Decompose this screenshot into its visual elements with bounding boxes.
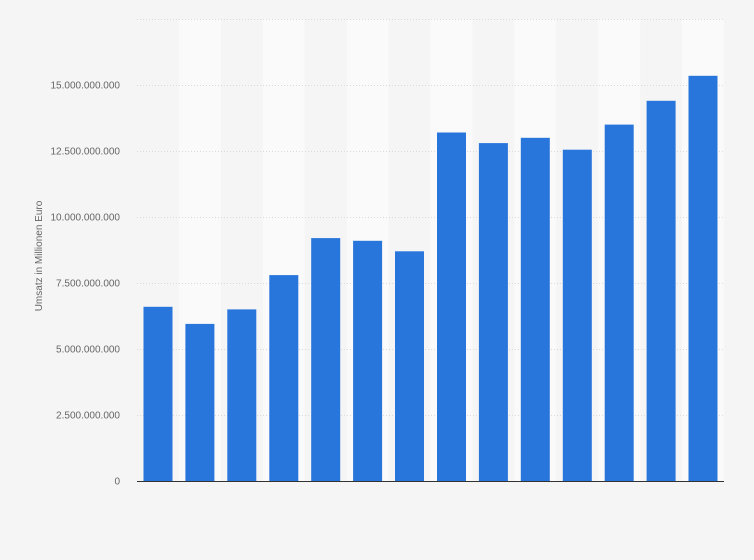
bar[interactable] [562, 149, 592, 481]
bar[interactable] [143, 306, 173, 481]
y-axis-title: Umsatz in Millionen Euro [34, 200, 45, 311]
y-axis-ticks: 0 2.500.000.000 5.000.000.000 7.500.000.000… [50, 81, 120, 488]
bar[interactable] [395, 251, 424, 481]
bar-chart: 0 2.500.000.000 5.000.000.000 7.500.000.000… [34, 19, 724, 488]
bar[interactable] [437, 132, 466, 482]
y-tick-label: 0 [114, 477, 120, 488]
bar[interactable] [520, 137, 550, 482]
bar[interactable] [353, 240, 383, 481]
bar[interactable] [688, 75, 718, 482]
y-tick-label: 7.500.000.000 [56, 279, 120, 290]
y-tick-label: 10.000.000.000 [50, 213, 120, 224]
chart-container: 0 2.500.000.000 5.000.000.000 7.500.000.000… [0, 0, 754, 560]
bar[interactable] [604, 124, 634, 481]
bar[interactable] [269, 275, 299, 481]
y-tick-label: 5.000.000.000 [56, 345, 120, 356]
bar[interactable] [478, 143, 508, 481]
bar[interactable] [646, 100, 676, 482]
y-tick-label: 12.500.000.000 [50, 147, 120, 158]
y-tick-label: 2.500.000.000 [56, 411, 120, 422]
y-tick-label: 15.000.000.000 [50, 81, 120, 92]
bar[interactable] [185, 323, 215, 481]
bar[interactable] [227, 309, 257, 481]
bar[interactable] [311, 238, 341, 481]
